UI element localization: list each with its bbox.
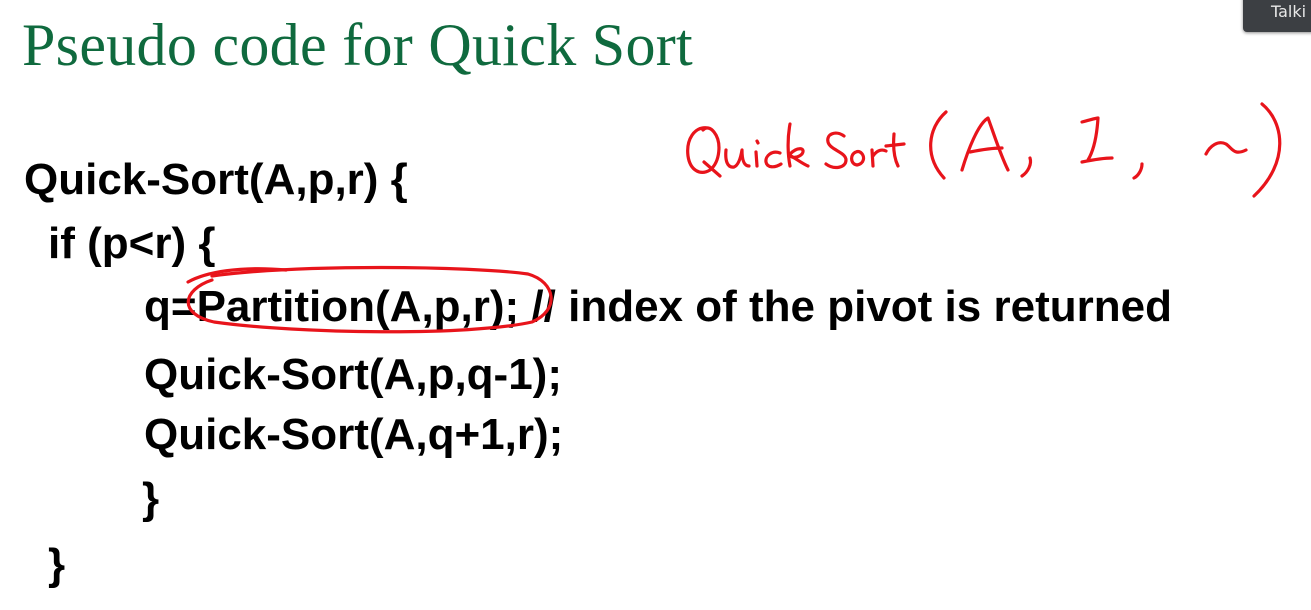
ink-close-paren — [1252, 102, 1282, 198]
code-line-close-if: } — [142, 474, 160, 523]
talking-indicator-badge: Talki — [1243, 0, 1311, 32]
code-line-close-function: } — [48, 540, 66, 589]
ink-letter-a — [960, 116, 1010, 172]
ink-digit-one — [1080, 116, 1114, 164]
ink-letter-n — [1204, 141, 1248, 156]
slide-title: Pseudo code for Quick Sort — [22, 12, 694, 78]
ink-stroke-q — [186, 267, 288, 284]
ink-letter-s — [824, 131, 848, 170]
ink-letters-uic — [724, 139, 783, 169]
code-line-if-condition: if (p<r) { — [48, 219, 216, 268]
code-line-recursive-right: Quick-Sort(A,q+1,r); — [144, 410, 564, 459]
code-line-recursive-left: Quick-Sort(A,p,q-1); — [144, 350, 562, 399]
talking-indicator-label: Talki — [1271, 2, 1307, 21]
slide: Pseudo code for Quick Sort Quick-Sort(A,… — [0, 0, 1311, 610]
ink-open-paren — [929, 110, 948, 180]
ink-letter-q — [686, 126, 722, 178]
ink-letters-ort — [850, 132, 906, 168]
ink-comma-2 — [1132, 162, 1144, 180]
ink-letter-k — [786, 122, 810, 168]
code-line-partition-call: q=Partition(A,p,r); // index of the pivo… — [144, 282, 1172, 331]
code-line-function-header: Quick-Sort(A,p,r) { — [24, 155, 408, 204]
ink-comma-1 — [1020, 156, 1033, 178]
